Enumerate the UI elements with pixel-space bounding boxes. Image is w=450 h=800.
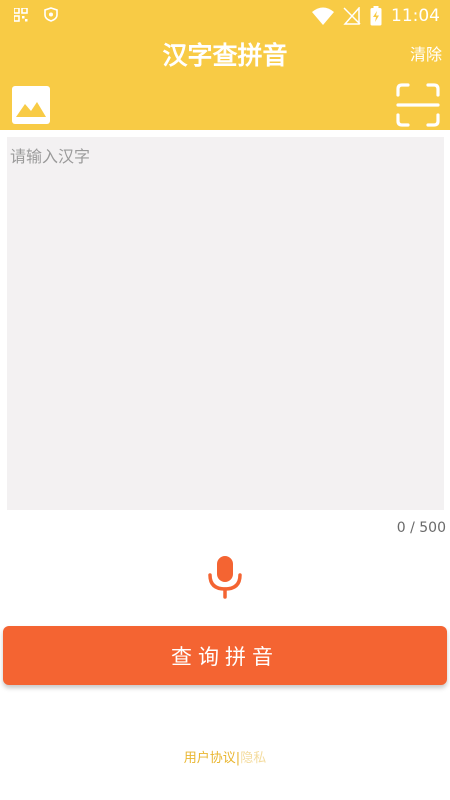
voice-input-button[interactable]: [205, 555, 245, 599]
image-picker-button[interactable]: [12, 86, 50, 124]
battery-charging-icon: [370, 6, 382, 26]
status-bar: 11:04: [0, 0, 450, 32]
privacy-link[interactable]: 隐私: [240, 751, 266, 766]
qr-grid-icon: [14, 7, 28, 22]
hanzi-input[interactable]: [7, 137, 444, 510]
microphone-icon: [208, 556, 242, 599]
character-counter: 0 / 500: [396, 520, 446, 536]
page-title: 汉字查拼音: [162, 41, 288, 70]
footer-links: 用户协议|隐私: [0, 750, 450, 768]
query-pinyin-button[interactable]: 查询拼音: [3, 626, 447, 685]
scan-icon: [396, 83, 440, 127]
no-sim-icon: [343, 7, 361, 25]
scan-button[interactable]: [396, 83, 440, 127]
wifi-icon: [312, 7, 334, 25]
app-header: 11:04 汉字查拼音 清除: [0, 0, 450, 130]
shield-icon: [44, 7, 58, 22]
clear-button[interactable]: 清除: [410, 44, 442, 66]
user-agreement-link[interactable]: 用户协议: [184, 751, 236, 766]
image-icon: [12, 86, 50, 124]
status-time: 11:04: [391, 6, 440, 26]
